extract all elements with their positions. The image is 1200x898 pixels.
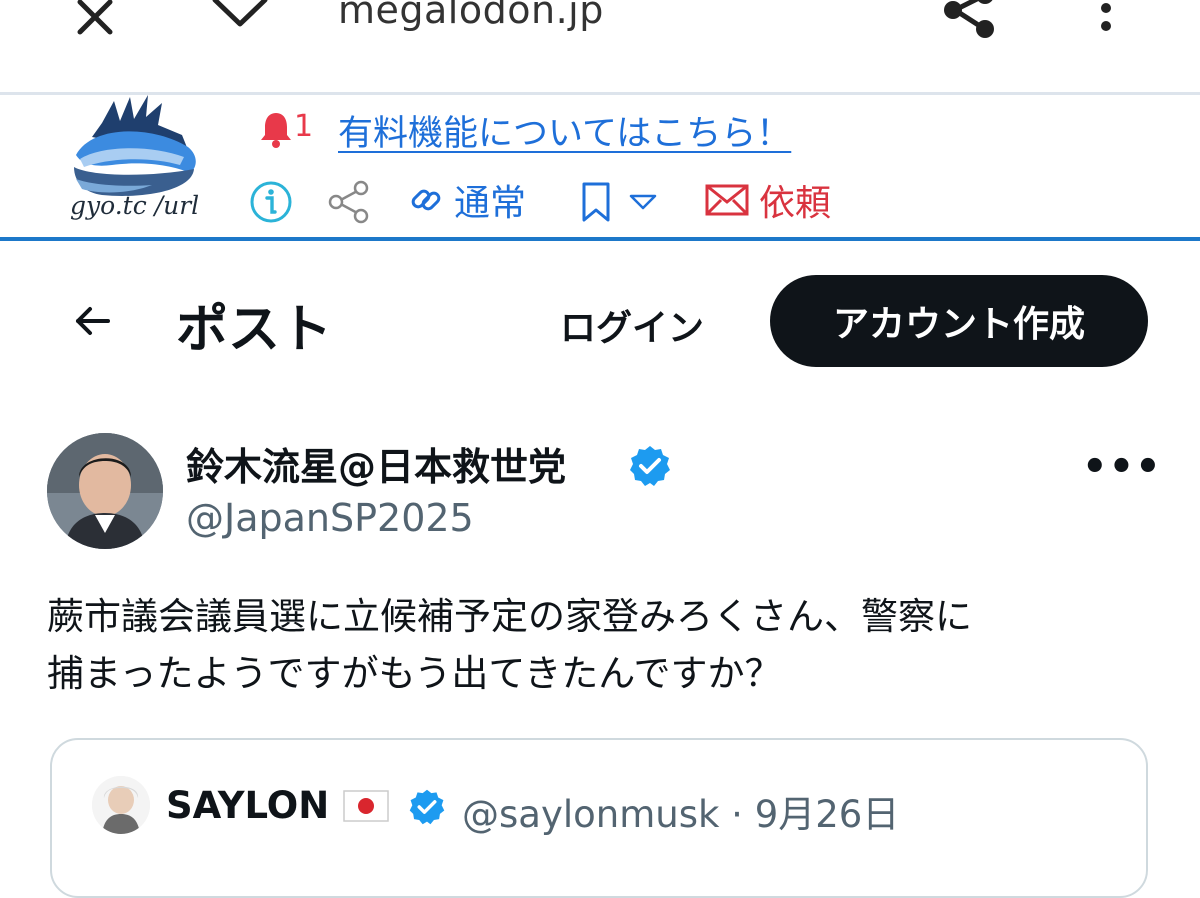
- author-handle[interactable]: @JapanSP2025: [186, 496, 474, 540]
- bookmark-icon: [582, 182, 610, 222]
- share-outline-icon[interactable]: [325, 179, 371, 225]
- link-icon: [411, 189, 441, 211]
- author-name[interactable]: 鈴木流星@日本救世党: [186, 436, 566, 491]
- share-icon[interactable]: [935, 0, 999, 44]
- login-button[interactable]: ログイン: [560, 299, 704, 351]
- verified-badge-icon: [408, 788, 446, 826]
- paid-features-link[interactable]: 有料機能についてはこちら！: [338, 105, 791, 156]
- chevron-down-icon[interactable]: [205, 0, 275, 34]
- address-bar-url[interactable]: megalodon.jp: [338, 0, 604, 32]
- page-header: ポスト ログイン アカウント作成: [0, 241, 1200, 391]
- info-icon[interactable]: [248, 179, 294, 225]
- more-horizontal-icon[interactable]: •••: [1082, 444, 1162, 490]
- close-icon[interactable]: [70, 0, 120, 42]
- archive-toolbar: gyo.tc /url 1 有料機能についてはこちら！ 通常 依頼: [0, 95, 1200, 238]
- post-text: 蕨市議会議員選に立候補予定の家登みろくさん、警察に 捕まったようですがもう出てき…: [47, 595, 972, 695]
- browser-toolbar: megalodon.jp: [0, 0, 1200, 92]
- link-mode-label: 通常: [454, 183, 527, 224]
- request-button[interactable]: 依頼: [703, 175, 831, 225]
- mail-icon: [705, 184, 749, 216]
- author-avatar[interactable]: [47, 433, 163, 549]
- verified-badge-icon: [628, 444, 672, 488]
- japan-flag-icon: [342, 788, 390, 824]
- notification-count: 1: [294, 109, 314, 144]
- quote-author-avatar[interactable]: [92, 776, 150, 834]
- logo-text: gyo.tc /url: [70, 191, 200, 220]
- bookmark-dropdown[interactable]: [578, 179, 658, 225]
- bell-icon[interactable]: [258, 109, 294, 149]
- create-account-button[interactable]: アカウント作成: [770, 275, 1148, 367]
- caret-down-icon: [629, 194, 657, 210]
- quote-author-handle-date: @saylonmusk · 9月26日: [462, 793, 900, 836]
- quote-author-name[interactable]: SAYLON: [166, 784, 329, 827]
- page-title: ポスト: [176, 300, 333, 360]
- more-vertical-icon[interactable]: [1088, 0, 1124, 42]
- request-label: 依頼: [759, 183, 832, 224]
- link-mode-button[interactable]: 通常: [408, 175, 526, 225]
- back-arrow-icon[interactable]: [72, 303, 114, 339]
